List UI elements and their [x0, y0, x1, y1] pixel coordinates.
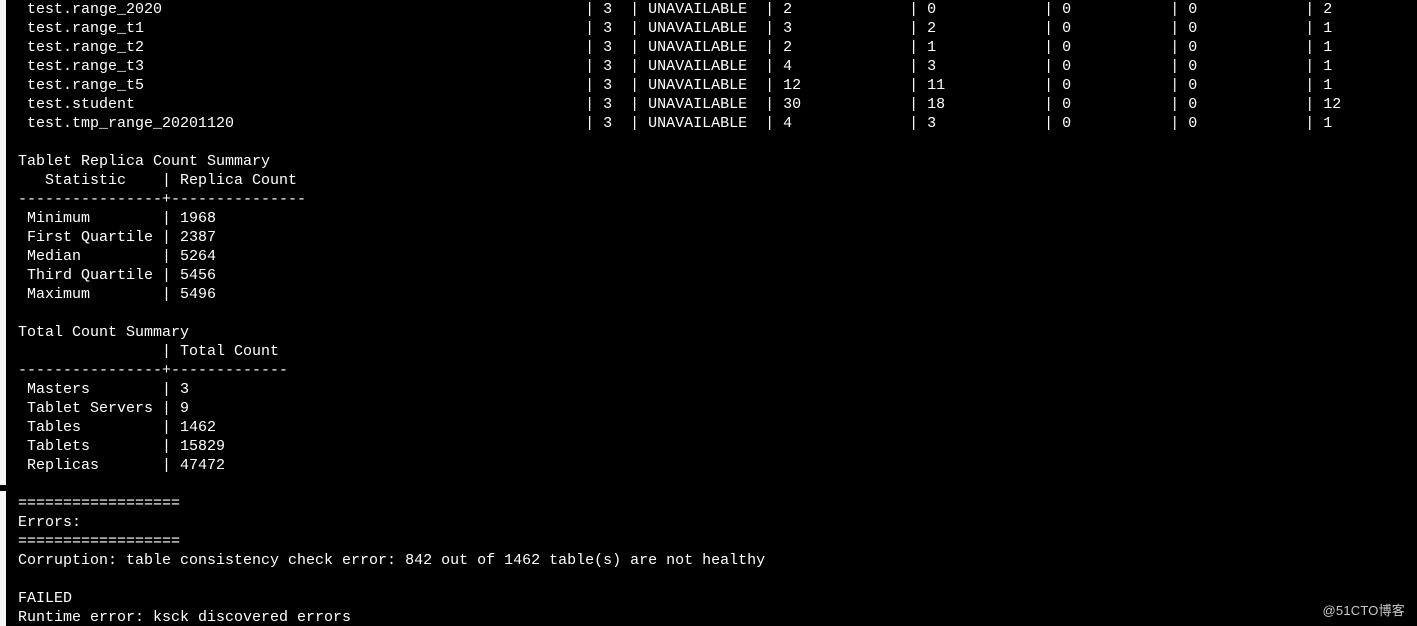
watermark: @51CTO博客 [1323, 601, 1405, 620]
left-margin-strip-break [0, 485, 6, 491]
terminal-output: test.range_2020 | 3 | UNAVAILABLE | 2 | … [0, 0, 1417, 626]
left-margin-strip [0, 0, 6, 626]
